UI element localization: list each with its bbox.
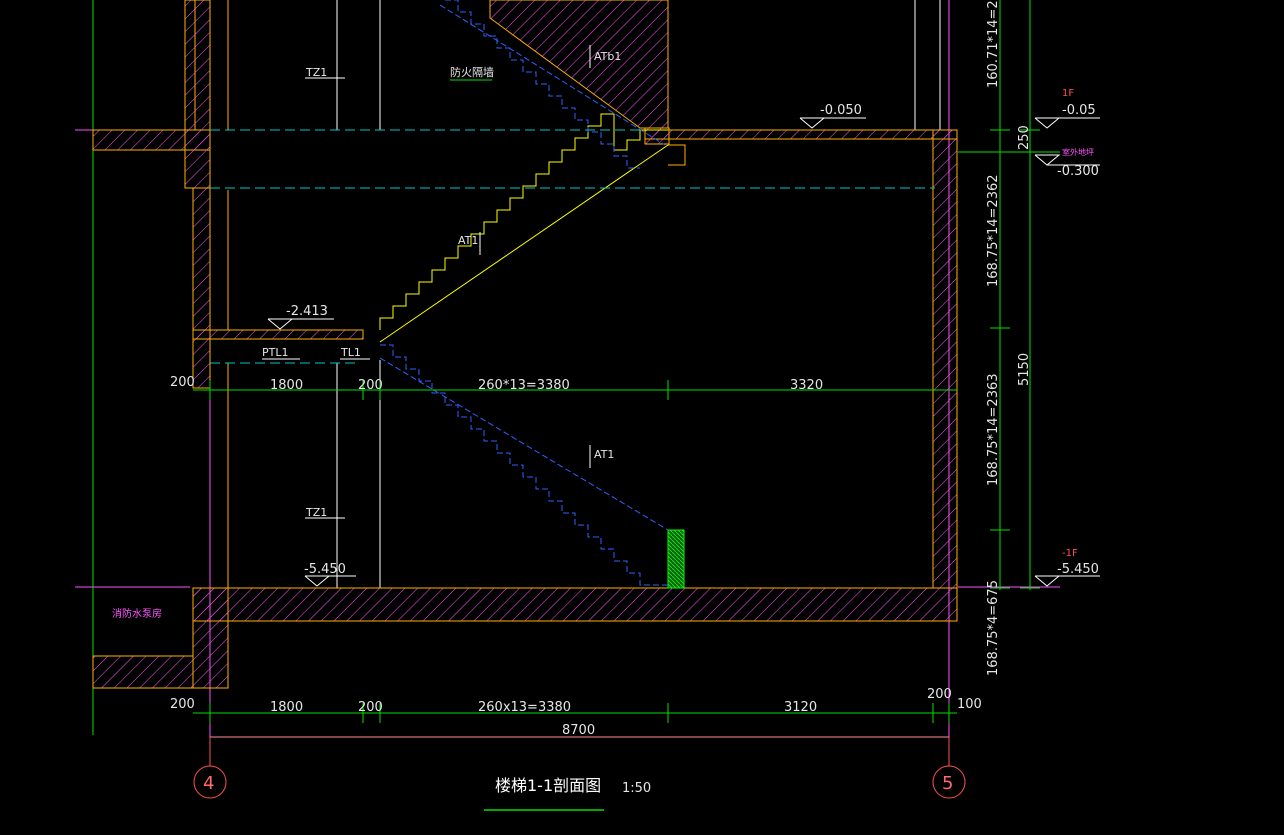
- dim-bottom-2: 200: [358, 700, 383, 715]
- dim-vertical-2: 168.75*14=2362: [986, 174, 1001, 287]
- dim-vertical-1: 250: [1017, 125, 1032, 150]
- dim-mid-4: 3320: [790, 378, 823, 393]
- elev-basement: -5.450: [304, 562, 346, 577]
- label-ptl1: PTL1: [262, 346, 288, 359]
- label-tz1-upper: TZ1: [305, 66, 327, 79]
- dim-vertical-3: 168.75*14=2363: [986, 373, 1001, 486]
- dim-bottom-6: 100: [957, 697, 982, 712]
- dim-vertical-5: 5150: [1017, 353, 1032, 386]
- drawing-title: 楼梯1-1剖面图: [495, 776, 601, 795]
- dim-total: 8700: [562, 723, 595, 738]
- dim-mid-0: 200: [170, 375, 195, 390]
- dim-vertical-0: 160.71*14=2250: [986, 0, 1001, 88]
- dim-mid-3: 260*13=3380: [478, 378, 570, 393]
- dashed-level-lines: [210, 129, 935, 364]
- elev-right-b1-tag: -1F: [1062, 548, 1078, 559]
- label-atb1: ATb1: [594, 50, 621, 63]
- elev-right-b1: -5.450: [1057, 562, 1099, 577]
- dim-bottom-3: 260x13=3380: [478, 700, 571, 715]
- axis-label-5: 5: [942, 773, 953, 794]
- label-at1-upper: AT1: [458, 234, 478, 247]
- elev-landing: -2.413: [286, 304, 328, 319]
- elev-right-1f-tag: 1F: [1062, 88, 1074, 99]
- drawing-scale: 1:50: [622, 781, 651, 796]
- label-fire-wall: 防火隔墙: [450, 65, 494, 79]
- stair-flight-visible: [379, 113, 686, 343]
- dim-mid-2: 200: [358, 378, 383, 393]
- label-tz1-lower: TZ1: [305, 506, 327, 519]
- dim-mid-1: 1800: [270, 378, 303, 393]
- elev-outdoor-ground: -0.300: [1057, 164, 1099, 179]
- label-at1-lower: AT1: [594, 448, 614, 461]
- stair-section-drawing: TZ1 TZ1 防火隔墙 ATb1 AT1 AT1 PTL1 TL1 消防水泵房…: [75, 0, 1100, 811]
- label-pump-room: 消防水泵房: [112, 607, 162, 620]
- axis-label-4: 4: [203, 773, 214, 794]
- label-tl1: TL1: [340, 346, 361, 359]
- dim-bottom-0: 200: [170, 697, 195, 712]
- label-outdoor-ground: 室外地坪: [1062, 147, 1094, 157]
- dim-bottom-1: 1800: [270, 700, 303, 715]
- dim-bottom-4: 3120: [784, 700, 817, 715]
- elev-top-floor: -0.050: [820, 103, 862, 118]
- dim-bottom-5: 200: [927, 687, 952, 702]
- elev-right-1f: -0.05: [1062, 103, 1096, 118]
- dim-vertical-4: 168.75*4=675: [986, 580, 1001, 676]
